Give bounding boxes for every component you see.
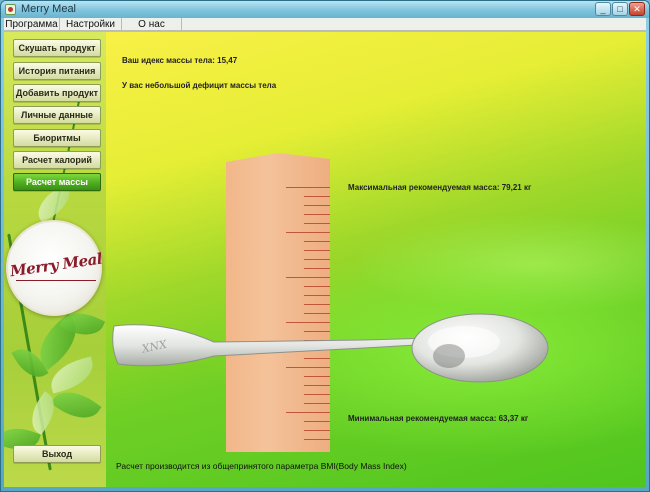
menu-about[interactable]: О нас [122, 18, 182, 31]
title-bar[interactable]: Merry Meal _ □ ✕ [1, 1, 649, 18]
ruler-tick [286, 232, 330, 233]
maximize-button[interactable]: □ [612, 2, 628, 16]
nav-add-product[interactable]: Добавить продукт [13, 84, 101, 102]
bmi-footnote: Расчет производится из общепринятого пар… [116, 461, 407, 471]
ruler-tick [286, 412, 330, 413]
ruler-tick [304, 286, 330, 287]
ruler-tick [304, 394, 330, 395]
menu-program[interactable]: Программа [4, 18, 60, 31]
merry-meal-logo: Merry Meal [6, 220, 103, 316]
ruler-tick [304, 439, 330, 440]
nav-calorie-calc[interactable]: Расчет калорий [13, 151, 101, 169]
minimize-button[interactable]: _ [595, 2, 611, 16]
nav-food-history[interactable]: История питания [13, 62, 101, 80]
exit-button[interactable]: Выход [13, 445, 101, 463]
window-title: Merry Meal [21, 3, 77, 15]
max-mass-text: Максимальная рекомендуемая масса: 79,21 … [348, 183, 532, 192]
ruler-tick [304, 205, 330, 206]
bmi-verdict-text: У вас небольшой дефицит массы тела [122, 81, 277, 90]
ruler-scale [226, 153, 330, 452]
nav-biorhythms[interactable]: Биоритмы [13, 129, 101, 147]
ruler-tick [304, 214, 330, 215]
nav-mass-calc[interactable]: Расчет массы [13, 173, 101, 191]
ruler-tick [304, 430, 330, 431]
ruler-tick [304, 259, 330, 260]
sidebar: Скушать продукт История питания Добавить… [4, 32, 106, 487]
ruler-tick [304, 241, 330, 242]
ruler-tick [286, 187, 330, 188]
ruler-tick [304, 295, 330, 296]
min-mass-text: Минимальная рекомендуемая масса: 63,37 к… [348, 414, 529, 423]
ruler-tick [304, 196, 330, 197]
ruler-tick [286, 277, 330, 278]
ruler-tick [304, 421, 330, 422]
ruler-tick [304, 223, 330, 224]
close-button[interactable]: ✕ [629, 2, 645, 16]
nav-eat-product[interactable]: Скушать продукт [13, 39, 101, 57]
spoon-illustration: XNX [112, 313, 549, 383]
content-area: Скушать продукт История питания Добавить… [4, 32, 646, 487]
ruler-tick [304, 403, 330, 404]
app-icon [5, 4, 16, 15]
menu-settings[interactable]: Настройки [60, 18, 122, 31]
app-window: Merry Meal _ □ ✕ Программа Настройки О н… [0, 0, 650, 492]
bmi-value-text: Ваш идекс массы тела: 15,47 [122, 56, 238, 65]
ruler-tick [304, 268, 330, 269]
logo-text: Merry Meal [8, 249, 104, 281]
menu-bar: Программа Настройки О нас [4, 18, 646, 31]
ruler-tick [304, 250, 330, 251]
nav-personal-data[interactable]: Личные данные [13, 106, 101, 124]
logo-underline [16, 280, 96, 281]
